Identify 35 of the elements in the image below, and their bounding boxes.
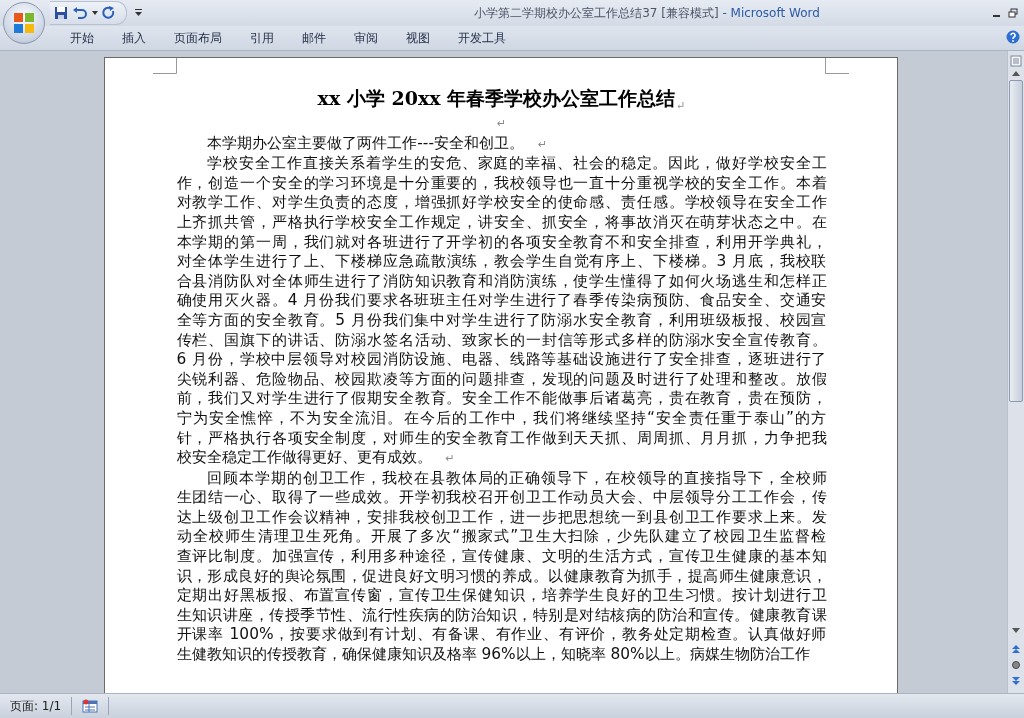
- body-paragraph: 学校安全工作直接关系着学生的安危、家庭的幸福、社会的稳定。因此，做好学校安全工 作，创造一个安全的学习环境是十分重要的，我校领导也一直十分重视学校的安全工作。本着 对教学工作、对学生负责的态度，增强抓好学校安全的使命感、责任感。学校领导在安全工作 上齐抓共管，严格执行学校安全工作规定，讲安全、抓安全，将事故消灭在萌芽状态之中。在 本学期的第一周，我们就对各班进行了开学初的各项安全教育不和安全排查，利用开学典礼， 对全体学生进行了上、下楼梯应急疏散演练，教会学生自觉有序上、下楼梯。3 月底，我校联 合县消防队对全体师生进行了消防知识教育和消防演练，使学生懂得了如何火场逃生和怎样正 确使用灭火器。4 月份我们要求各班班主任对学生进行了春季传染病预防、食品安全、交通安 全等方面的安全教育。5 月份我们集中对学生进行了防溺水安全教育，利用班级板报、校园宣 传栏、国旗下的讲话、防溺水签名活动、致家长的一封信等形式多样的防溺水安全宣传教育。 6 月份，学校中层领导对校园消防设施、电器、线路等基础设施进行了安全排查，逐班进行了 尖锐利器、危险物品、校园欺凌等方面的问题排查，发现的问题及时进行了处理和整改。放假 前，我们又对学生进行了假期安全教育。安全工作不能做事后诸葛亮，贵在教育，贵在预防， 宁为安全憔悴，不为安全流泪。在今后的工作中，我们将继续坚持“安全责任重于泰山”的方 针，严格执行各项安全制度，对师生的安全教育工作做到天天抓、周周抓、月月抓，力争把我 校安全稳定工作做得更好、更有成效。 ↵: [176, 154, 827, 469]
- scroll-up-icon[interactable]: [1012, 71, 1020, 76]
- redo-icon[interactable]: [102, 6, 116, 20]
- ribbon-tab[interactable]: 邮件: [288, 26, 340, 50]
- scroll-down-icon[interactable]: [1012, 628, 1020, 633]
- next-page-icon[interactable]: [1012, 677, 1020, 685]
- ribbon-tab[interactable]: 插入: [108, 26, 160, 50]
- paragraph-mark: ↵: [496, 117, 507, 131]
- restore-icon[interactable]: [1008, 8, 1018, 18]
- body-paragraph: 本学期办公室主要做了两件工作---安全和创卫。 ↵: [206, 133, 549, 154]
- macro-record-icon: [82, 699, 99, 713]
- browse-object-icon[interactable]: [1012, 661, 1020, 669]
- help-icon[interactable]: [1006, 30, 1020, 44]
- office-button[interactable]: [3, 2, 45, 44]
- crop-mark-icon: [152, 58, 177, 74]
- ribbon-tab[interactable]: 审阅: [340, 26, 392, 50]
- ribbon-tab[interactable]: 开始: [56, 26, 108, 50]
- document-title: xx 小学 20xx 年春季学校办公室工作总结↵: [316, 86, 687, 112]
- ribbon-tab[interactable]: 开发工具: [444, 26, 520, 50]
- ribbon-tab[interactable]: 视图: [392, 26, 444, 50]
- vertical-scrollbar[interactable]: [1007, 51, 1024, 693]
- ribbon-tab[interactable]: 页面布局: [160, 26, 236, 50]
- undo-icon[interactable]: [72, 6, 88, 20]
- crop-mark-icon: [824, 58, 849, 74]
- ruler-toggle-icon[interactable]: [1010, 55, 1022, 67]
- save-icon[interactable]: [54, 6, 68, 20]
- dropdown-caret-icon[interactable]: [92, 11, 98, 15]
- window-title: 小学第二学期校办公室工作总结37 [兼容模式] - Microsoft Word: [473, 4, 821, 22]
- customize-toolbar-icon[interactable]: [135, 9, 142, 17]
- scroll-thumb[interactable]: [1009, 80, 1023, 402]
- body-paragraph: 回顾本学期的创卫工作，我校在县教体局的正确领导下，在校领导的直接指导下，全校师 生团结一心、取得了一些成效。开学初我校召开创卫工作动员大会、中层领导分工工作会，传 达上级创卫工作会议精神，安排我校创卫工作，进一步把思想统一到县创卫工作要求上来。发 动全校师生清理卫生死角。开展了多次“搬家式”卫生大扫除，少先队建立了校园卫生监督检 查评比制度。加强宣传，利用多种途径，宣传健康、文明的生活方式，宣传卫生健康的基本知 识，形成良好的舆论氛围，促进良好文明习惯的养成。以健康教育为抓手，提高师生健康意识， 定期出好黑板报、布置宣传窗，宣传卫生保健知识，培养学生良好的卫生习惯。按计划进行卫 生知识讲座，传授季节性、流行性疾病的防治知识，特别是对结核病的防治和宣传。健康教育课 开课率 100%，按要求做到有计划、有备课、有作业、有评价，教务处定期检查。认真做好师 生健教知识的传授教育，确保健康知识及格率 96%以上，知晓率 80%以上。病媒生物防治工作: [176, 468, 827, 665]
- page-count[interactable]: 页面: 1/1: [0, 697, 73, 715]
- previous-page-icon[interactable]: [1012, 645, 1020, 653]
- office-logo-icon: [12, 11, 36, 35]
- ribbon-tab[interactable]: 引用: [236, 26, 288, 50]
